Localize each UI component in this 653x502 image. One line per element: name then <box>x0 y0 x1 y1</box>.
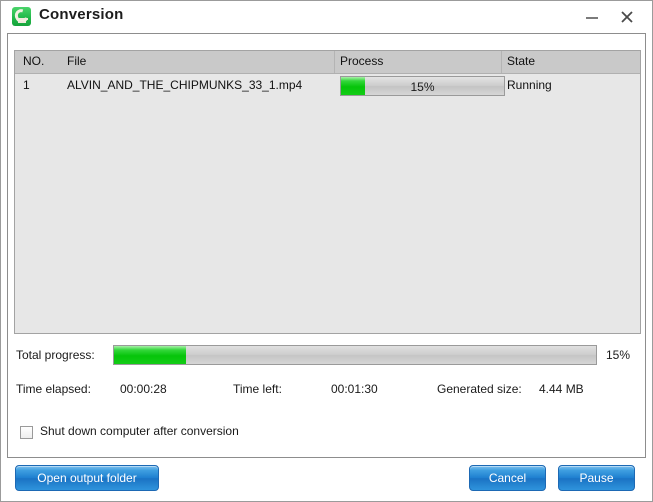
header-separator <box>501 51 502 73</box>
conversion-window: Conversion NO. File Process State 1 ALVI… <box>0 0 653 502</box>
title-bar: Conversion <box>1 1 652 32</box>
column-header-process[interactable]: Process <box>340 54 383 68</box>
row-state: Running <box>507 78 552 92</box>
total-progress-bar <box>113 345 597 365</box>
column-header-no[interactable]: NO. <box>23 54 44 68</box>
row-progress-bar: 15% <box>340 76 505 96</box>
app-logo-icon <box>12 7 31 26</box>
row-progress-label: 15% <box>410 80 435 94</box>
shutdown-checkbox[interactable] <box>20 426 33 439</box>
total-progress-row: Total progress: 15% <box>14 345 641 365</box>
minimize-button[interactable] <box>579 6 605 28</box>
statistics-row: Time elapsed: 00:00:28 Time left: 00:01:… <box>14 382 641 400</box>
total-progress-label: Total progress: <box>16 348 95 362</box>
open-output-folder-button[interactable]: Open output folder <box>15 465 159 491</box>
time-left-value: 00:01:30 <box>331 382 378 396</box>
column-header-file[interactable]: File <box>67 54 86 68</box>
content-panel: NO. File Process State 1 ALVIN_AND_THE_C… <box>7 33 646 458</box>
list-header-row: NO. File Process State <box>15 51 640 74</box>
generated-size-label: Generated size: <box>437 382 522 396</box>
time-elapsed-value: 00:00:28 <box>120 382 167 396</box>
conversion-file-list[interactable]: NO. File Process State 1 ALVIN_AND_THE_C… <box>14 50 641 334</box>
close-icon <box>621 11 633 23</box>
shutdown-checkbox-label: Shut down computer after conversion <box>40 424 239 438</box>
total-progress-fill <box>114 346 187 364</box>
generated-size-value: 4.44 MB <box>539 382 584 396</box>
close-button[interactable] <box>614 6 640 28</box>
total-progress-percent: 15% <box>606 348 631 362</box>
minimize-icon <box>586 17 598 19</box>
pause-button[interactable]: Pause <box>558 465 635 491</box>
column-header-state[interactable]: State <box>507 54 535 68</box>
row-index: 1 <box>23 78 30 92</box>
time-elapsed-label: Time elapsed: <box>16 382 91 396</box>
time-left-label: Time left: <box>233 382 282 396</box>
row-filename: ALVIN_AND_THE_CHIPMUNKS_33_1.mp4 <box>67 78 303 92</box>
list-rows: 1 ALVIN_AND_THE_CHIPMUNKS_33_1.mp4 15% R… <box>15 74 640 333</box>
header-separator <box>334 51 335 73</box>
cancel-button[interactable]: Cancel <box>469 465 546 491</box>
table-row[interactable]: 1 ALVIN_AND_THE_CHIPMUNKS_33_1.mp4 15% R… <box>15 74 640 98</box>
window-title: Conversion <box>39 6 124 23</box>
